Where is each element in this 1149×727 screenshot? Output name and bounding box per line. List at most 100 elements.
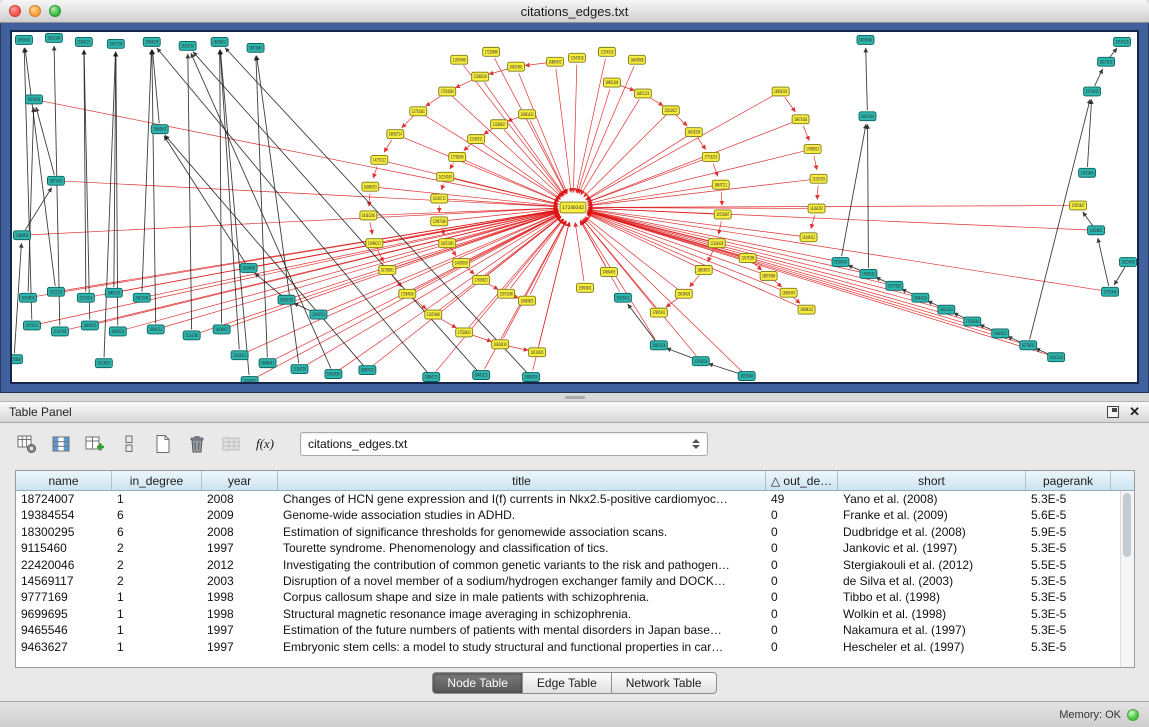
graph-node[interactable]: 21060934 [13,231,30,240]
graph-node[interactable]: 20560301 [15,35,32,44]
column-header-pagerank[interactable]: pagerank [1026,471,1111,490]
column-header-year[interactable]: year [202,471,278,490]
graph-node[interactable]: 16224900 [1120,258,1137,267]
graph-node[interactable]: 17226008 [483,47,500,56]
close-window-button[interactable] [9,5,21,17]
graph-node[interactable]: 18632104 [45,33,62,42]
graph-node[interactable]: 15093447 [780,288,797,297]
graph-node[interactable]: 16650831 [211,37,228,46]
graph-node[interactable]: 16051224 [634,89,651,98]
graph-node[interactable]: 17485033 [804,145,821,154]
graph-node[interactable]: 14850318 [772,87,789,96]
graph-node[interactable]: 14618320 [685,128,702,137]
graph-node[interactable]: 14275122 [371,155,388,164]
graph-node[interactable]: 12208318 [472,72,489,81]
graph-node[interactable]: 18972045 [247,43,264,52]
graph-node[interactable]: 14034921 [1088,226,1105,235]
delete-icon[interactable] [184,432,210,456]
table-row[interactable]: 1938455462009Genome-wide association stu… [16,507,1121,523]
graph-hub-node[interactable]: 17240342 [560,202,586,213]
graph-node[interactable]: 20260650 [240,264,257,273]
graph-node[interactable]: 15953847 [1070,201,1087,210]
graph-node[interactable]: 17893352 [860,269,877,278]
graph-node[interactable]: 20950233 [109,327,126,336]
table-row[interactable]: 1830029562008Estimation of significance … [16,524,1121,540]
graph-node[interactable]: 16093324 [650,341,667,350]
graph-node[interactable]: 21553014 [77,293,94,302]
graph-node[interactable]: 18961304 [603,78,620,87]
graph-node[interactable]: 20245012 [231,351,248,360]
new-file-icon[interactable] [150,432,176,456]
graph-node[interactable]: 18016714 [387,130,404,139]
tab-edge-table[interactable]: Edge Table [523,672,612,694]
graph-node[interactable]: 19034522 [992,329,1009,338]
graph-node[interactable]: 19504312 [147,325,164,334]
graph-node[interactable]: 19384554 [832,258,849,267]
graph-node[interactable]: 15345415 [614,293,631,302]
graph-node[interactable]: 18944116 [912,293,929,302]
graph-node[interactable]: 21267403 [51,327,68,336]
graph-node[interactable]: 20260950 [19,293,36,302]
graph-node[interactable]: 18850234 [523,373,540,382]
table-scrollbar[interactable] [1120,491,1134,667]
table-row[interactable]: 1872400712008Changes of HCN gene express… [16,491,1121,507]
graph-node[interactable]: 17095341 [650,308,667,317]
graph-node[interactable]: 20135516 [179,41,196,50]
graph-node[interactable]: 17738244 [449,152,466,161]
graph-node[interactable]: 18430917 [213,325,230,334]
graph-node[interactable]: 17520442 [456,328,473,337]
graph-node[interactable]: 18336712 [431,194,448,203]
column-header-short[interactable]: short [838,471,1026,490]
function-builder-icon[interactable]: f(x) [252,432,278,456]
graph-node[interactable]: 17659023 [473,275,490,284]
table-row[interactable]: 2242004622012Investigating the contribut… [16,557,1121,573]
table-row[interactable]: 1456911722003Disruption of a novel membe… [16,573,1121,589]
graph-node[interactable]: 12675208 [739,254,756,263]
column-header-name[interactable]: name [16,471,112,490]
table-row[interactable]: 977716911998Corpus callosum shape and si… [16,589,1121,605]
graph-node[interactable]: 17554204 [439,87,456,96]
graph-node[interactable]: 14438919 [453,259,470,268]
graph-node[interactable]: 16647294 [859,112,876,121]
graph-node[interactable]: 19342057 [241,377,258,382]
table-mode-icon[interactable] [14,432,40,456]
graph-node[interactable]: 15677028 [886,281,903,290]
graph-node[interactable]: 16805432 [547,57,564,66]
graph-node[interactable]: 16164207 [808,204,825,213]
graph-node[interactable]: 20087913 [359,366,376,375]
graph-node[interactable]: 17703544 [1102,287,1119,296]
graph-node[interactable]: 17284426 [399,289,416,298]
graph-node[interactable]: 12653408 [425,310,442,319]
minimize-window-button[interactable] [29,5,41,17]
graph-node[interactable]: 19220354 [25,95,42,104]
graph-node[interactable]: 19653218 [278,295,295,304]
graph-node[interactable]: 16034419 [492,340,509,349]
graph-node[interactable]: 12200817 [491,120,508,129]
column-header-title[interactable]: title [278,471,766,490]
graph-node[interactable]: 18124532 [1098,57,1115,66]
show-columns-icon[interactable] [48,432,74,456]
graph-node[interactable]: 18690525 [81,321,98,330]
graph-node[interactable]: 21804223 [75,37,92,46]
row-height-icon[interactable] [116,432,142,456]
graph-node[interactable]: 18119205 [529,348,546,357]
graph-node[interactable]: 20015540 [133,293,150,302]
graph-node[interactable]: 20660543 [151,125,168,134]
close-panel-icon[interactable]: ✕ [1129,406,1140,418]
graph-node[interactable]: 18452091 [508,62,525,71]
graph-node[interactable]: 16730051 [379,265,396,274]
network-canvas-svg[interactable]: 1680543218452091122083181755420412754301… [12,32,1137,382]
graph-node[interactable]: 15542817 [662,106,679,115]
graph-node[interactable]: 15336511 [468,135,485,144]
splitter-handle[interactable] [0,393,1149,401]
table-selector-dropdown[interactable]: citations_edges.txt [300,432,708,456]
graph-node[interactable]: 15034926 [675,289,692,298]
float-panel-icon[interactable] [1107,406,1119,418]
graph-node[interactable]: 13990217 [366,239,383,248]
graph-node[interactable]: 20118825 [95,359,112,368]
graph-node[interactable]: 19804213 [423,373,440,382]
graph-node[interactable]: 18881203 [105,288,122,297]
graph-node[interactable]: 12997340 [431,217,448,226]
graph-node[interactable]: 16850937 [695,265,712,274]
window-titlebar[interactable]: citations_edges.txt [0,0,1149,23]
